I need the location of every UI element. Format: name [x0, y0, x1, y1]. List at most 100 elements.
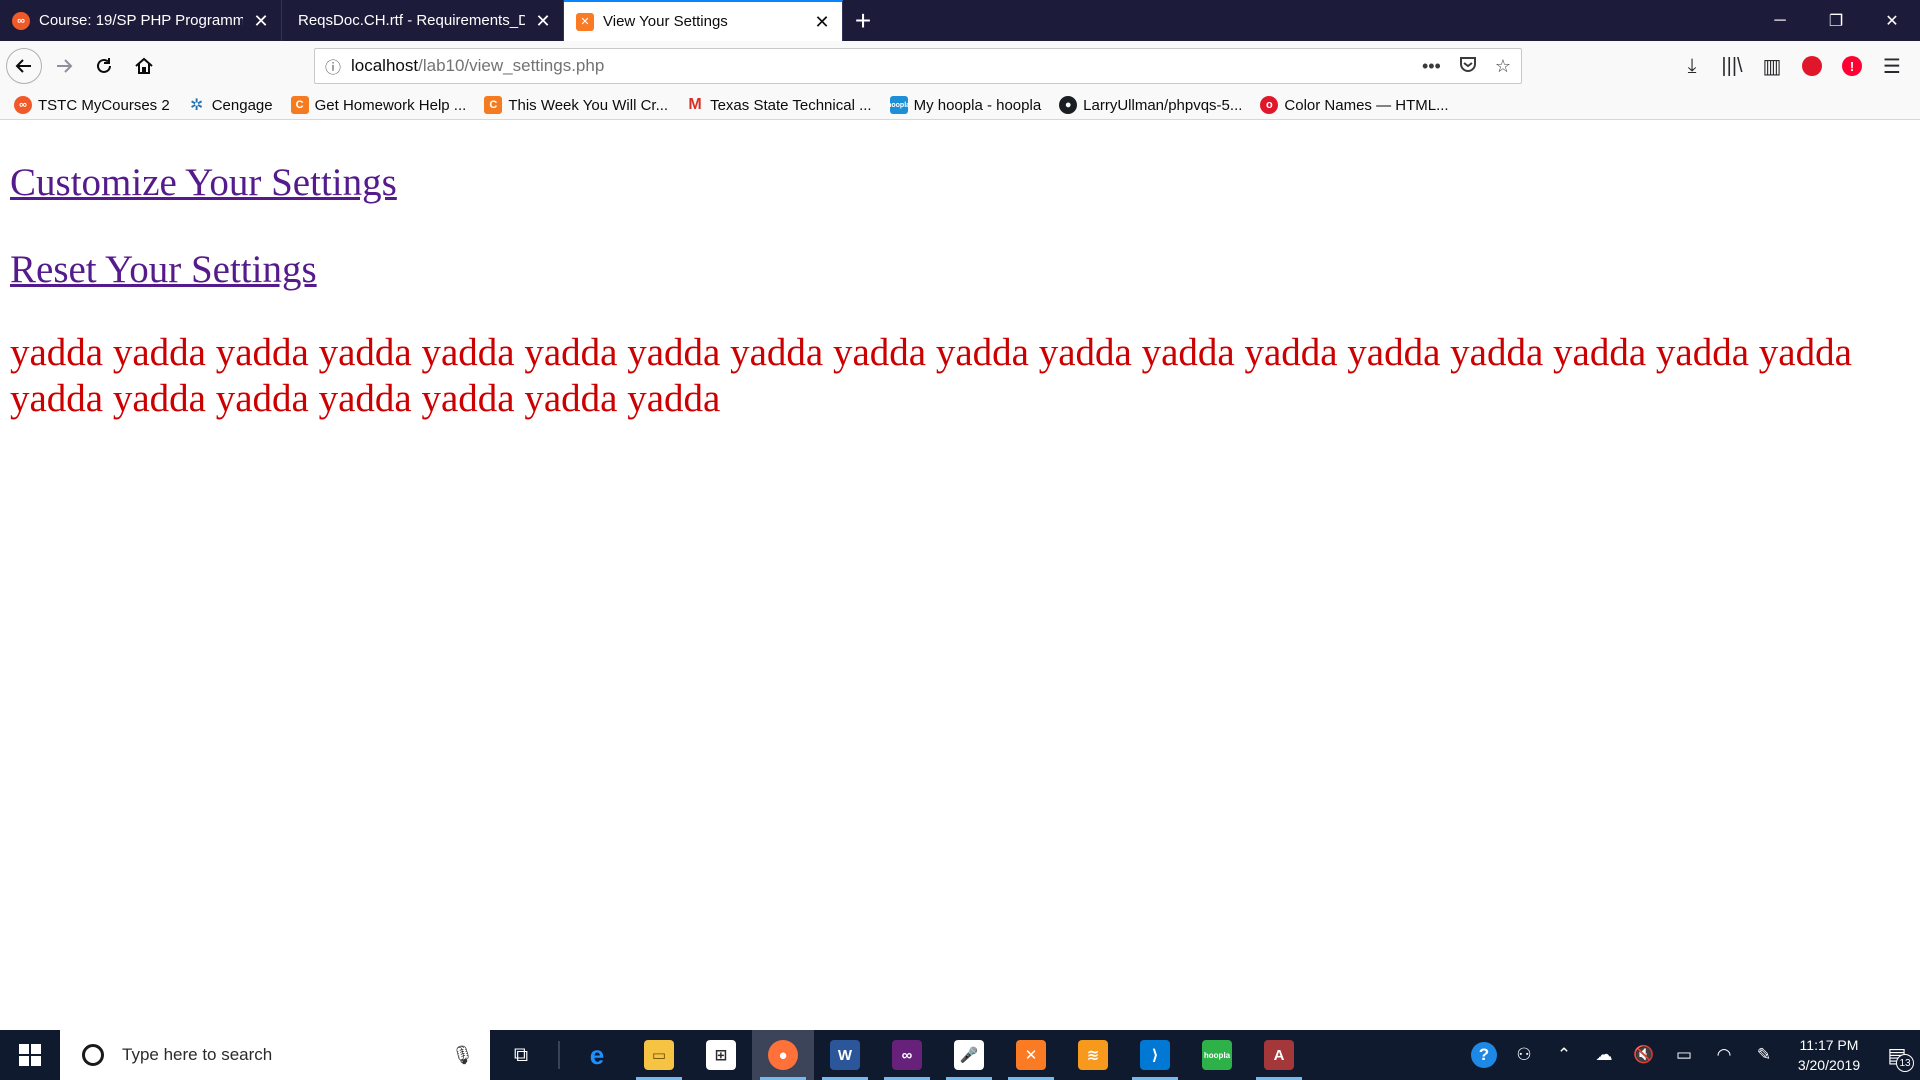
toolbar-right: ⤓ |||\ ▥ ! ☰ [1672, 41, 1920, 91]
taskbar-voice-recorder[interactable]: 🎤 [938, 1030, 1000, 1080]
windows-taskbar: Type here to search 🎙 ⧉ e ▭ ⊞ ● W ∞ 🎤 ✕ … [0, 1030, 1920, 1080]
forward-button[interactable] [46, 48, 82, 84]
taskbar-store[interactable]: ⊞ [690, 1030, 752, 1080]
moodle-icon: ∞ [12, 11, 30, 30]
xampp-icon: ✕ [1016, 1040, 1046, 1070]
taskbar-hoopla[interactable]: hoopla [1186, 1030, 1248, 1080]
bookmark-item[interactable]: C This Week You Will Cr... [484, 96, 668, 114]
bookmark-label: This Week You Will Cr... [508, 96, 669, 114]
close-tab-icon[interactable]: ✕ [812, 12, 832, 32]
forward-arrow-icon [57, 59, 73, 73]
customize-settings-link[interactable]: Customize Your Settings [10, 160, 397, 205]
opera-icon: o [1260, 96, 1279, 114]
firefox-icon: ● [768, 1040, 798, 1070]
task-view-button[interactable]: ⧉ [490, 1030, 552, 1080]
taskbar-visual-studio[interactable]: ∞ [876, 1030, 938, 1080]
system-clock[interactable]: 11:17 PM 3/20/2019 [1784, 1030, 1874, 1080]
close-tab-icon[interactable]: ✕ [533, 11, 553, 31]
cortana-icon [82, 1044, 104, 1066]
bookmark-label: Cengage [211, 96, 273, 114]
bookmarks-toolbar: ∞ TSTC MyCourses 2 ✲ Cengage C Get Homew… [0, 91, 1920, 120]
taskbar-edge[interactable]: e [566, 1030, 628, 1080]
navigation-toolbar: ⓘ localhost/lab10/view_settings.php ••• … [0, 41, 1920, 91]
access-icon: A [1264, 1040, 1294, 1070]
bookmark-item[interactable]: ● LarryUllman/phpvqs-5... [1059, 96, 1242, 114]
bookmark-label: Get Homework Help ... [314, 96, 467, 114]
back-button[interactable] [6, 48, 42, 84]
folder-icon: ▭ [644, 1040, 674, 1070]
window-controls: ─ ❐ ✕ [1752, 0, 1920, 41]
info-icon[interactable]: ⓘ [315, 54, 351, 78]
body-text: yadda yadda yadda yadda yadda yadda yadd… [10, 331, 1852, 420]
menu-icon[interactable]: ☰ [1872, 46, 1912, 86]
extension-red-icon[interactable] [1792, 46, 1832, 86]
taskbar-vscode[interactable]: ⟩ [1124, 1030, 1186, 1080]
reset-settings-link[interactable]: Reset Your Settings [10, 247, 317, 292]
action-center-button[interactable]: ▤ 13 [1874, 1030, 1920, 1080]
bookmark-label: TSTC MyCourses 2 [38, 96, 170, 114]
audible-icon: ≋ [1078, 1040, 1108, 1070]
bookmark-item[interactable]: ∞ TSTC MyCourses 2 [14, 96, 170, 114]
extension-alert-icon[interactable]: ! [1832, 46, 1872, 86]
taskbar-search-box[interactable]: Type here to search 🎙 [60, 1030, 490, 1080]
page-content: Customize Your Settings Reset Your Setti… [0, 120, 1920, 1030]
taskbar-xampp[interactable]: ✕ [1000, 1030, 1062, 1080]
cengage-icon: ✲ [190, 97, 204, 114]
start-button[interactable] [0, 1030, 60, 1080]
bookmark-item[interactable]: ✲ Cengage [188, 96, 273, 115]
gmail-icon: M [688, 96, 702, 113]
bookmark-label: My hoopla - hoopla [913, 96, 1042, 114]
volume-muted-icon[interactable]: 🔇 [1624, 1030, 1664, 1080]
page-actions-icon[interactable]: ••• [1422, 56, 1441, 77]
url-path: /lab10/view_settings.php [418, 56, 605, 75]
word-icon: W [830, 1040, 860, 1070]
url-host: localhost [351, 56, 419, 75]
restore-icon[interactable]: ❐ [1808, 0, 1864, 41]
tab-reqsdoc[interactable]: ReqsDoc.CH.rtf - Requirements_Doc ✕ [282, 0, 564, 41]
tab-label: View Your Settings [603, 13, 728, 30]
bookmark-item[interactable]: M Texas State Technical ... [686, 96, 871, 114]
bookmark-item[interactable]: o Color Names — HTML... [1260, 96, 1449, 114]
task-view-icon: ⧉ [513, 1043, 529, 1066]
bookmark-label: LarryUllman/phpvqs-5... [1083, 96, 1243, 114]
microphone-icon[interactable]: 🎙 [451, 1045, 474, 1066]
reload-icon [97, 58, 111, 73]
taskbar-file-explorer[interactable]: ▭ [628, 1030, 690, 1080]
bookmark-label: Color Names — HTML... [1284, 96, 1449, 114]
close-window-icon[interactable]: ✕ [1864, 0, 1920, 41]
downloads-icon[interactable]: ⤓ [1672, 46, 1712, 86]
library-icon[interactable]: |||\ [1712, 46, 1752, 86]
home-button[interactable] [126, 48, 162, 84]
notification-count: 13 [1896, 1054, 1914, 1072]
bookmark-star-icon[interactable]: ☆ [1495, 56, 1511, 77]
help-icon[interactable]: ? [1464, 1030, 1504, 1080]
moodle-icon: ∞ [14, 96, 32, 114]
pen-icon[interactable]: ✎ [1744, 1030, 1784, 1080]
taskbar-audible[interactable]: ≋ [1062, 1030, 1124, 1080]
edge-icon: e [589, 1039, 605, 1070]
url-bar[interactable]: ⓘ localhost/lab10/view_settings.php ••• … [314, 48, 1522, 84]
sidebar-icon[interactable]: ▥ [1752, 46, 1792, 86]
close-tab-icon[interactable]: ✕ [251, 11, 271, 31]
taskbar-divider [558, 1041, 560, 1069]
bookmark-item[interactable]: hoopla My hoopla - hoopla [887, 96, 1042, 114]
onedrive-icon[interactable]: ☁ [1584, 1030, 1624, 1080]
battery-icon[interactable]: ▭ [1664, 1030, 1704, 1080]
people-icon[interactable]: ⚇ [1504, 1030, 1544, 1080]
minimize-icon[interactable]: ─ [1752, 0, 1808, 41]
new-tab-button[interactable]: + [843, 0, 883, 41]
reload-button[interactable] [86, 48, 122, 84]
bookmark-item[interactable]: C Get Homework Help ... [290, 96, 467, 114]
taskbar-firefox[interactable]: ● [752, 1030, 814, 1080]
system-tray: ? ⚇ ⌃ ☁ 🔇 ▭ ◠ ✎ 11:17 PM 3/20/2019 ▤ 13 [1464, 1030, 1920, 1080]
pocket-icon[interactable] [1459, 55, 1477, 78]
tab-view-settings[interactable]: ✕ View Your Settings ✕ [564, 0, 843, 41]
tab-course[interactable]: ∞ Course: 19/SP PHP Programming ✕ [0, 0, 282, 41]
bookmark-label: Texas State Technical ... [710, 96, 872, 114]
vscode-icon: ⟩ [1140, 1040, 1170, 1070]
chevron-up-icon[interactable]: ⌃ [1544, 1030, 1584, 1080]
taskbar-access[interactable]: A [1248, 1030, 1310, 1080]
wifi-icon[interactable]: ◠ [1704, 1030, 1744, 1080]
chegg-icon: C [484, 96, 503, 114]
taskbar-word[interactable]: W [814, 1030, 876, 1080]
